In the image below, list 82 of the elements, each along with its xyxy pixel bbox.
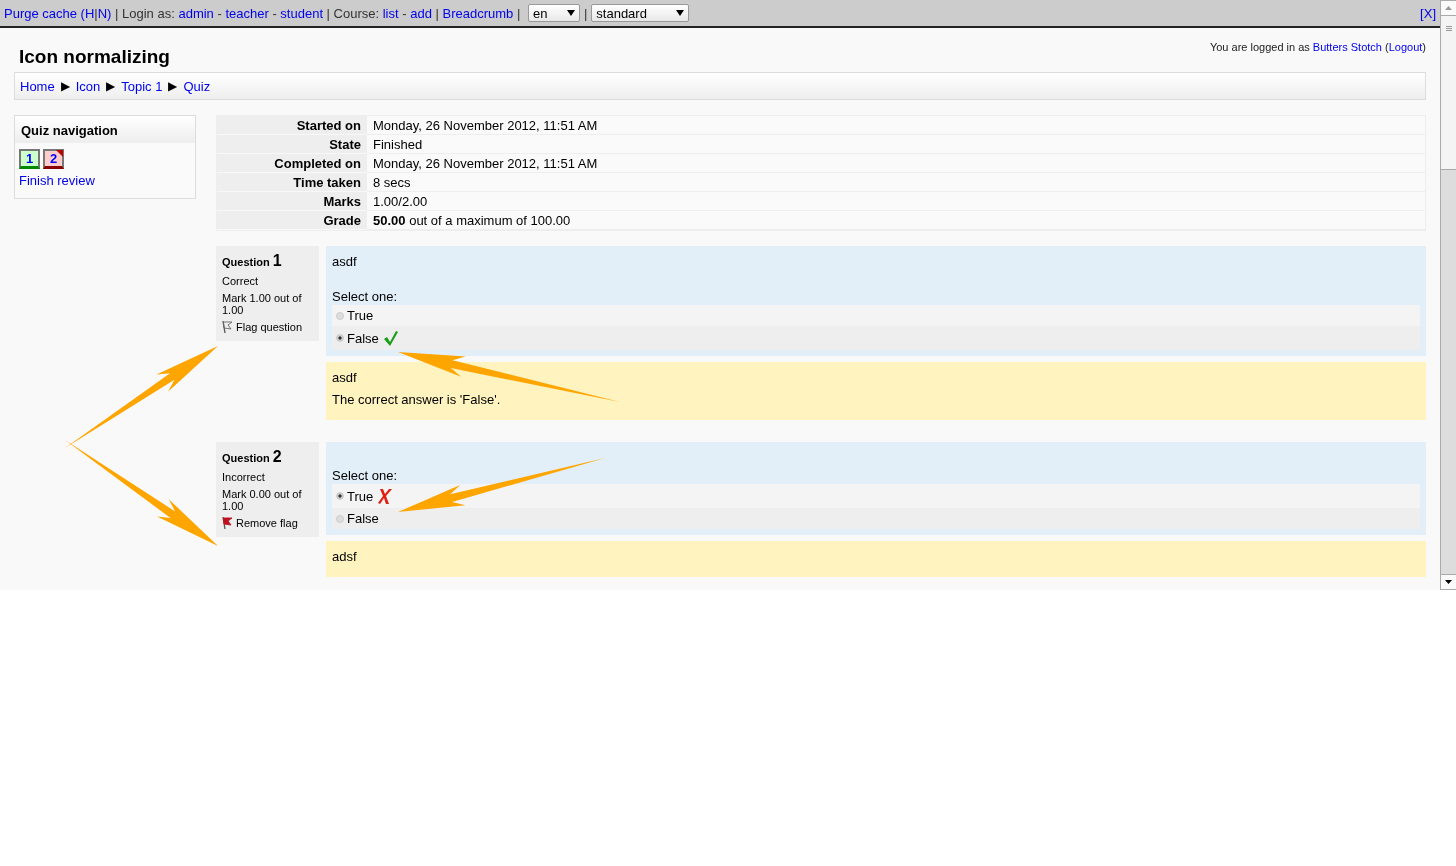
topbar-link[interactable]: list xyxy=(382,5,399,21)
login-text: ( xyxy=(1384,41,1389,53)
login-text: ) xyxy=(1422,41,1426,53)
scroll-thumb[interactable] xyxy=(1441,16,1456,170)
topbar-link[interactable]: student xyxy=(280,5,323,21)
breadcrumb-separator: ▶ xyxy=(168,79,178,93)
scroll-up-button[interactable] xyxy=(1441,0,1456,16)
topbar-text: | Login as: xyxy=(114,5,176,21)
grip-icon xyxy=(1445,26,1452,32)
summary-label: Time taken xyxy=(217,173,367,192)
crumb-link[interactable]: Quiz xyxy=(183,78,211,94)
user-link[interactable]: Butters Stotch xyxy=(1312,41,1382,53)
option-label: False xyxy=(347,511,379,526)
select-field[interactable]: en xyxy=(527,4,580,22)
crumb-link[interactable]: Topic 1 xyxy=(121,78,163,94)
answer-option[interactable]: False xyxy=(332,326,1420,350)
question-button[interactable]: 1 xyxy=(19,149,40,169)
breadcrumb-separator: ▶ xyxy=(106,79,116,93)
flag-icon xyxy=(222,517,233,529)
topbar-link[interactable]: N) xyxy=(97,5,112,21)
down-arrow-icon xyxy=(1445,580,1452,584)
topbar-link[interactable]: add xyxy=(410,5,432,21)
topbar-text: | xyxy=(94,5,98,21)
question-button[interactable]: 2 xyxy=(43,149,64,169)
topbar-text: | xyxy=(434,5,440,21)
breadcrumb-separator: ▶ xyxy=(60,79,70,93)
logout-link[interactable]: Logout xyxy=(1388,41,1423,53)
question-status: Incorrect xyxy=(222,471,266,483)
flag-icon xyxy=(222,321,233,333)
summary-label: State xyxy=(217,135,367,154)
answer-option[interactable]: True xyxy=(332,305,1420,326)
summary-label: Completed on xyxy=(217,154,367,173)
panel-title: Quiz navigation xyxy=(15,116,195,143)
finish-review-link[interactable]: Finish review xyxy=(19,173,95,188)
cross-icon xyxy=(377,487,394,505)
crumb-link[interactable]: Icon xyxy=(75,78,101,94)
option-label: True xyxy=(347,488,374,504)
flag-link[interactable]: Flag question xyxy=(222,321,313,333)
topbar-text: - xyxy=(271,5,278,21)
question-mark: Mark 1.00 out of 1.00 xyxy=(222,292,303,316)
topbar-link[interactable]: Purge cache (H xyxy=(4,5,95,21)
question-number: Question 1 xyxy=(222,252,283,270)
select-prompt: Select one: xyxy=(332,288,399,305)
topbar-link[interactable]: teacher xyxy=(225,5,269,21)
answer-option[interactable]: True xyxy=(332,484,1420,508)
topbar-text: | xyxy=(583,5,588,21)
summary-label: Grade xyxy=(217,211,367,230)
question-mark: Mark 0.00 out of 1.00 xyxy=(222,488,303,512)
radio-button[interactable] xyxy=(336,334,344,342)
option-label: False xyxy=(347,330,379,346)
scroll-down-button[interactable] xyxy=(1441,574,1456,590)
radio-button[interactable] xyxy=(336,492,344,500)
feedback-text: The correct answer is 'False'. xyxy=(332,391,502,408)
topbar-text: - xyxy=(401,5,408,21)
answer-option[interactable]: False xyxy=(332,508,1420,529)
flag-link[interactable]: Remove flag xyxy=(222,517,313,529)
page-title: Icon normalizing xyxy=(19,46,170,68)
question-text: asdf xyxy=(332,253,358,270)
topbar-text: | Course: xyxy=(325,5,381,21)
question-status: Correct xyxy=(222,275,260,287)
topbar-text: | xyxy=(515,5,522,21)
radio-button[interactable] xyxy=(336,514,344,523)
summary-label: Marks xyxy=(217,192,367,211)
up-arrow-icon xyxy=(1445,6,1452,10)
login-text: You are logged in as xyxy=(1209,41,1311,53)
scrollbar[interactable] xyxy=(1440,0,1456,590)
caret-icon xyxy=(566,10,575,16)
option-label: True xyxy=(347,308,374,323)
crumb-link[interactable]: Home xyxy=(20,78,55,94)
summary-label: Started on xyxy=(217,116,367,135)
feedback-text: asdf xyxy=(332,369,358,386)
select-field[interactable]: standard xyxy=(591,4,690,22)
radio-button[interactable] xyxy=(336,311,344,320)
select-prompt: Select one: xyxy=(332,467,399,484)
close-link[interactable]: [X] xyxy=(1420,5,1436,21)
topbar-link[interactable]: Breadcrumb xyxy=(442,5,514,21)
check-icon xyxy=(382,329,399,347)
topbar-link[interactable]: admin xyxy=(178,5,214,21)
feedback-text: adsf xyxy=(332,548,358,565)
topbar-text: - xyxy=(216,5,223,21)
question-number: Question 2 xyxy=(222,448,283,466)
caret-icon xyxy=(676,10,685,16)
